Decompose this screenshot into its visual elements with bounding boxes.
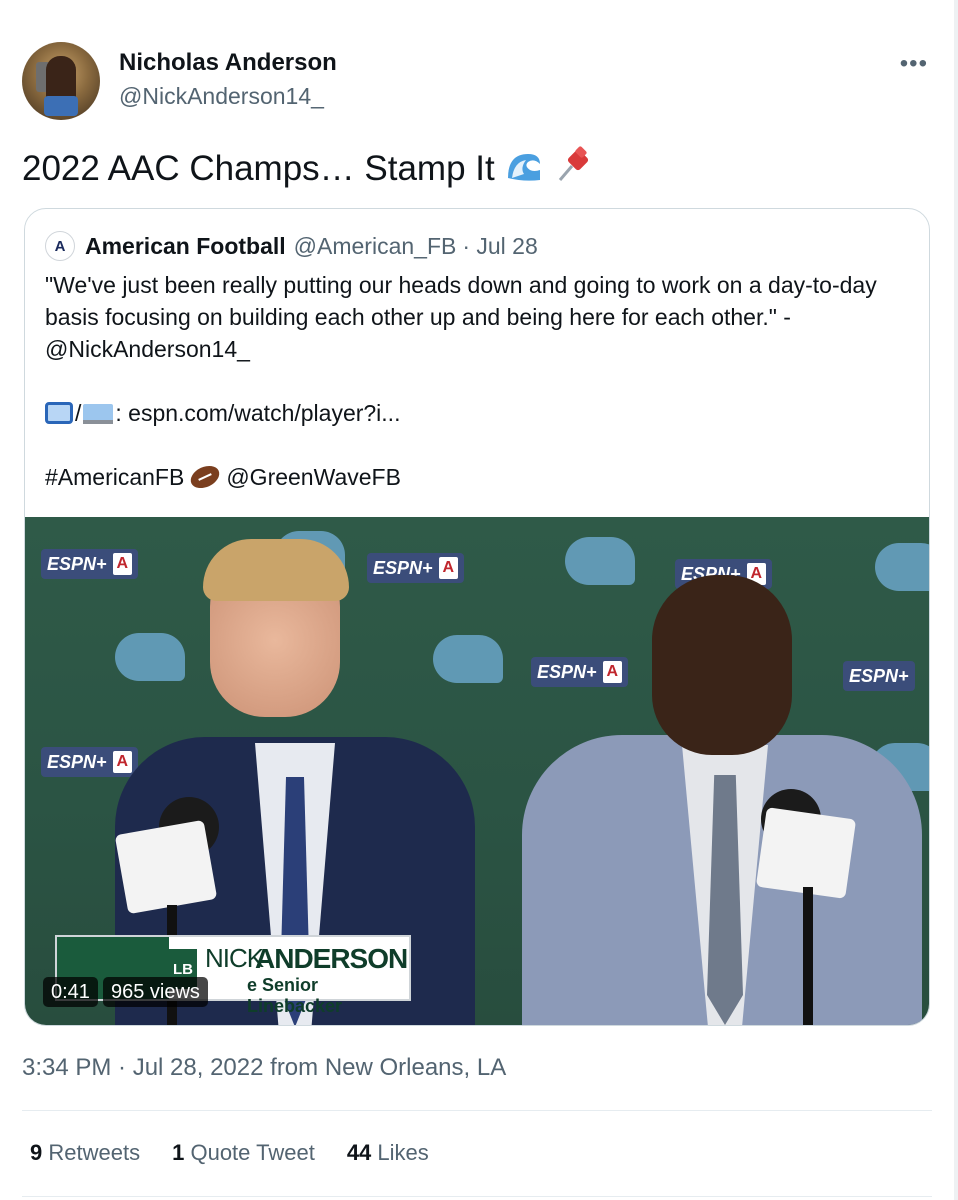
mic-stand [803, 887, 813, 1025]
quoted-tweet-header: A American Football @American_FB · Jul 2… [45, 231, 538, 261]
watch-link[interactable]: : espn.com/watch/player?i... [115, 400, 400, 426]
more-options-icon[interactable]: ••• [900, 50, 928, 78]
tweet-header: Nicholas Anderson @NickAnderson14_ ••• [22, 42, 932, 122]
quote-tweets-count: 1 [172, 1140, 185, 1165]
quoted-date[interactable]: · Jul 28 [462, 233, 537, 260]
mic-flag [755, 807, 857, 899]
tweet-text: 2022 AAC Champs… Stamp It [22, 146, 594, 189]
video-player[interactable]: ESPN+ A ESPN+ A ESPN+ A ESPN+ A ESPN+ ESPN+ A [25, 517, 929, 1025]
avatar[interactable] [22, 42, 100, 120]
player-last-name: ANDERSON [255, 943, 408, 974]
retweets-label: Retweets [48, 1140, 141, 1165]
tweet-body: 2022 AAC Champs… Stamp It [22, 149, 495, 188]
wave-emoji-icon [508, 154, 541, 181]
likes-label: Likes [377, 1140, 429, 1165]
quoted-tweet[interactable]: A American Football @American_FB · Jul 2… [24, 208, 930, 1026]
engagement-stats: 9 Retweets 1 Quote Tweet 44 Likes [30, 1140, 429, 1166]
mic-flag [114, 819, 218, 915]
football-icon [187, 461, 224, 493]
quoted-quote-text: "We've just been really putting our head… [45, 272, 877, 362]
hashtag-link[interactable]: #AmericanFB [45, 464, 184, 490]
player-subtitle: e Senior Linebacker [247, 975, 343, 1016]
tags-line: #AmericanFB @GreenWaveFB [45, 461, 915, 493]
quoted-avatar[interactable]: A [45, 231, 75, 261]
pushpin-emoji-icon [559, 146, 589, 181]
retweets-stat[interactable]: 9 Retweets [30, 1140, 140, 1166]
quote-tweets-stat[interactable]: 1 Quote Tweet [172, 1140, 315, 1166]
divider [22, 1196, 932, 1197]
author-handle[interactable]: @NickAnderson14_ [119, 83, 324, 110]
video-duration: 0:41 [43, 977, 98, 1007]
watch-separator: / [75, 400, 82, 426]
quote-tweets-label: Quote Tweet [190, 1140, 315, 1165]
avatar-shorts [44, 96, 78, 116]
quoted-body: "We've just been really putting our head… [45, 269, 915, 493]
scroll-edge [954, 0, 958, 1200]
retweets-count: 9 [30, 1140, 43, 1165]
tweet-timestamp[interactable]: 3:34 PM · Jul 28, 2022 from New Orleans,… [22, 1054, 506, 1082]
mention-link[interactable]: @GreenWaveFB [226, 464, 401, 490]
author-name[interactable]: Nicholas Anderson [119, 49, 337, 77]
quoted-author-name[interactable]: American Football [85, 233, 286, 260]
hair [203, 539, 349, 601]
video-views: 965 views [103, 977, 208, 1007]
watch-line: / : espn.com/watch/player?i... [45, 397, 915, 429]
television-icon [45, 402, 73, 424]
head [652, 575, 792, 755]
likes-stat[interactable]: 44 Likes [347, 1140, 429, 1166]
espn-logo-text: ESPN+ [47, 752, 107, 772]
laptop-icon [83, 404, 114, 424]
speaker-right [522, 575, 922, 1025]
likes-count: 44 [346, 1140, 372, 1165]
espn-logo-text: ESPN+ [47, 554, 107, 574]
quoted-author-handle[interactable]: @American_FB [294, 233, 457, 260]
divider [22, 1110, 932, 1111]
